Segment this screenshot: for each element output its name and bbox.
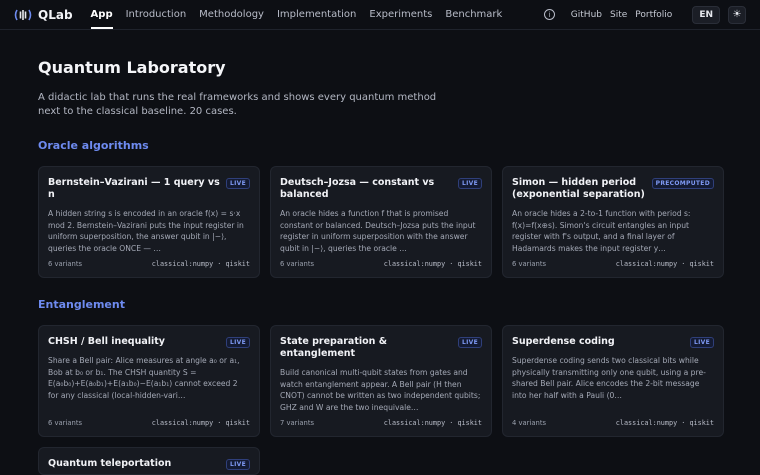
nav-benchmark[interactable]: Benchmark bbox=[445, 9, 502, 20]
sun-icon: ☀ bbox=[732, 9, 742, 20]
framework-stack: classical:numpy · qiskit bbox=[615, 419, 714, 427]
right-nav: i GitHub Site Portfolio EN ☀ bbox=[543, 5, 746, 24]
status-badge: LIVE bbox=[226, 178, 250, 189]
case-card-bernstein-vazirani[interactable]: Bernstein–Vazirani — 1 query vs n LIVE A… bbox=[38, 166, 260, 278]
language-button[interactable]: EN bbox=[692, 5, 720, 24]
card-title: Simon — hidden period (exponential separ… bbox=[512, 177, 645, 200]
card-title: CHSH / Bell inequality bbox=[48, 336, 165, 347]
variants-count: 6 variants bbox=[48, 419, 83, 427]
card-description: Build canonical multi-qubit states from … bbox=[280, 368, 481, 412]
main-nav: App Introduction Methodology Implementat… bbox=[90, 9, 502, 29]
case-card-superdense-coding[interactable]: Superdense coding LIVE Superdense coding… bbox=[502, 325, 724, 437]
status-badge: LIVE bbox=[690, 337, 714, 348]
card-title: Quantum teleportation bbox=[48, 458, 172, 469]
github-link[interactable]: GitHub bbox=[571, 10, 602, 20]
card-title: State preparation & entanglement bbox=[280, 336, 388, 359]
logo[interactable]: QLab bbox=[14, 8, 73, 22]
status-badge: LIVE bbox=[458, 337, 482, 348]
info-icon[interactable]: i bbox=[543, 9, 555, 20]
case-card-state-preparation[interactable]: State preparation & entanglement LIVE Bu… bbox=[270, 325, 492, 437]
nav-implementation[interactable]: Implementation bbox=[277, 9, 356, 20]
card-title: Superdense coding bbox=[512, 336, 615, 347]
app-name: QLab bbox=[38, 7, 73, 22]
card-description: An oracle hides a 2-to-1 function with p… bbox=[512, 209, 691, 253]
status-badge: LIVE bbox=[226, 337, 250, 348]
nav-app[interactable]: App bbox=[90, 9, 113, 29]
page-description: A didactic lab that runs the real framew… bbox=[38, 92, 437, 117]
logo-icon bbox=[14, 9, 32, 20]
section-title-oracle: Oracle algorithms bbox=[38, 139, 149, 152]
card-description: A hidden string s is encoded in an oracl… bbox=[48, 209, 244, 253]
variants-count: 6 variants bbox=[280, 260, 315, 268]
page-title: Quantum Laboratory bbox=[38, 58, 226, 77]
status-badge: PRECOMPUTED bbox=[651, 178, 714, 189]
status-badge: LIVE bbox=[458, 178, 482, 189]
framework-stack: classical:numpy · qiskit bbox=[383, 260, 482, 268]
framework-stack: classical:numpy · qiskit bbox=[151, 419, 250, 427]
theme-toggle-button[interactable]: ☀ bbox=[728, 5, 746, 24]
variants-count: 6 variants bbox=[512, 260, 547, 268]
variants-count: 6 variants bbox=[48, 260, 83, 268]
status-badge: LIVE bbox=[226, 459, 250, 470]
site-link[interactable]: Site bbox=[610, 10, 627, 20]
variants-count: 7 variants bbox=[280, 419, 315, 427]
portfolio-link[interactable]: Portfolio bbox=[635, 10, 672, 20]
framework-stack: classical:numpy · qiskit bbox=[151, 260, 250, 268]
variants-count: 4 variants bbox=[512, 419, 547, 427]
card-grid-oracle: Bernstein–Vazirani — 1 query vs n LIVE A… bbox=[38, 166, 724, 278]
card-title: Bernstein–Vazirani — 1 query vs n bbox=[48, 177, 220, 200]
main-content: Quantum Laboratory A didactic lab that r… bbox=[0, 58, 760, 475]
case-card-deutsch-jozsa[interactable]: Deutsch–Jozsa — constant vs balanced LIV… bbox=[270, 166, 492, 278]
framework-stack: classical:numpy · qiskit bbox=[615, 260, 714, 268]
case-card-chsh[interactable]: CHSH / Bell inequality LIVE Share a Bell… bbox=[38, 325, 260, 437]
card-description: Superdense coding sends two classical bi… bbox=[512, 356, 706, 400]
case-card-simon[interactable]: Simon — hidden period (exponential separ… bbox=[502, 166, 724, 278]
card-grid-entanglement: CHSH / Bell inequality LIVE Share a Bell… bbox=[38, 325, 724, 475]
nav-methodology[interactable]: Methodology bbox=[199, 9, 264, 20]
card-description: Share a Bell pair: Alice measures at ang… bbox=[48, 356, 240, 400]
nav-introduction[interactable]: Introduction bbox=[126, 9, 187, 20]
case-card-teleportation[interactable]: Quantum teleportation LIVE bbox=[38, 447, 260, 475]
card-title: Deutsch–Jozsa — constant vs balanced bbox=[280, 177, 435, 200]
section-title-entanglement: Entanglement bbox=[38, 298, 125, 311]
framework-stack: classical:numpy · qiskit bbox=[383, 419, 482, 427]
card-description: An oracle hides a function f that is pro… bbox=[280, 209, 476, 253]
nav-experiments[interactable]: Experiments bbox=[369, 9, 432, 20]
top-bar: QLab App Introduction Methodology Implem… bbox=[0, 0, 760, 30]
